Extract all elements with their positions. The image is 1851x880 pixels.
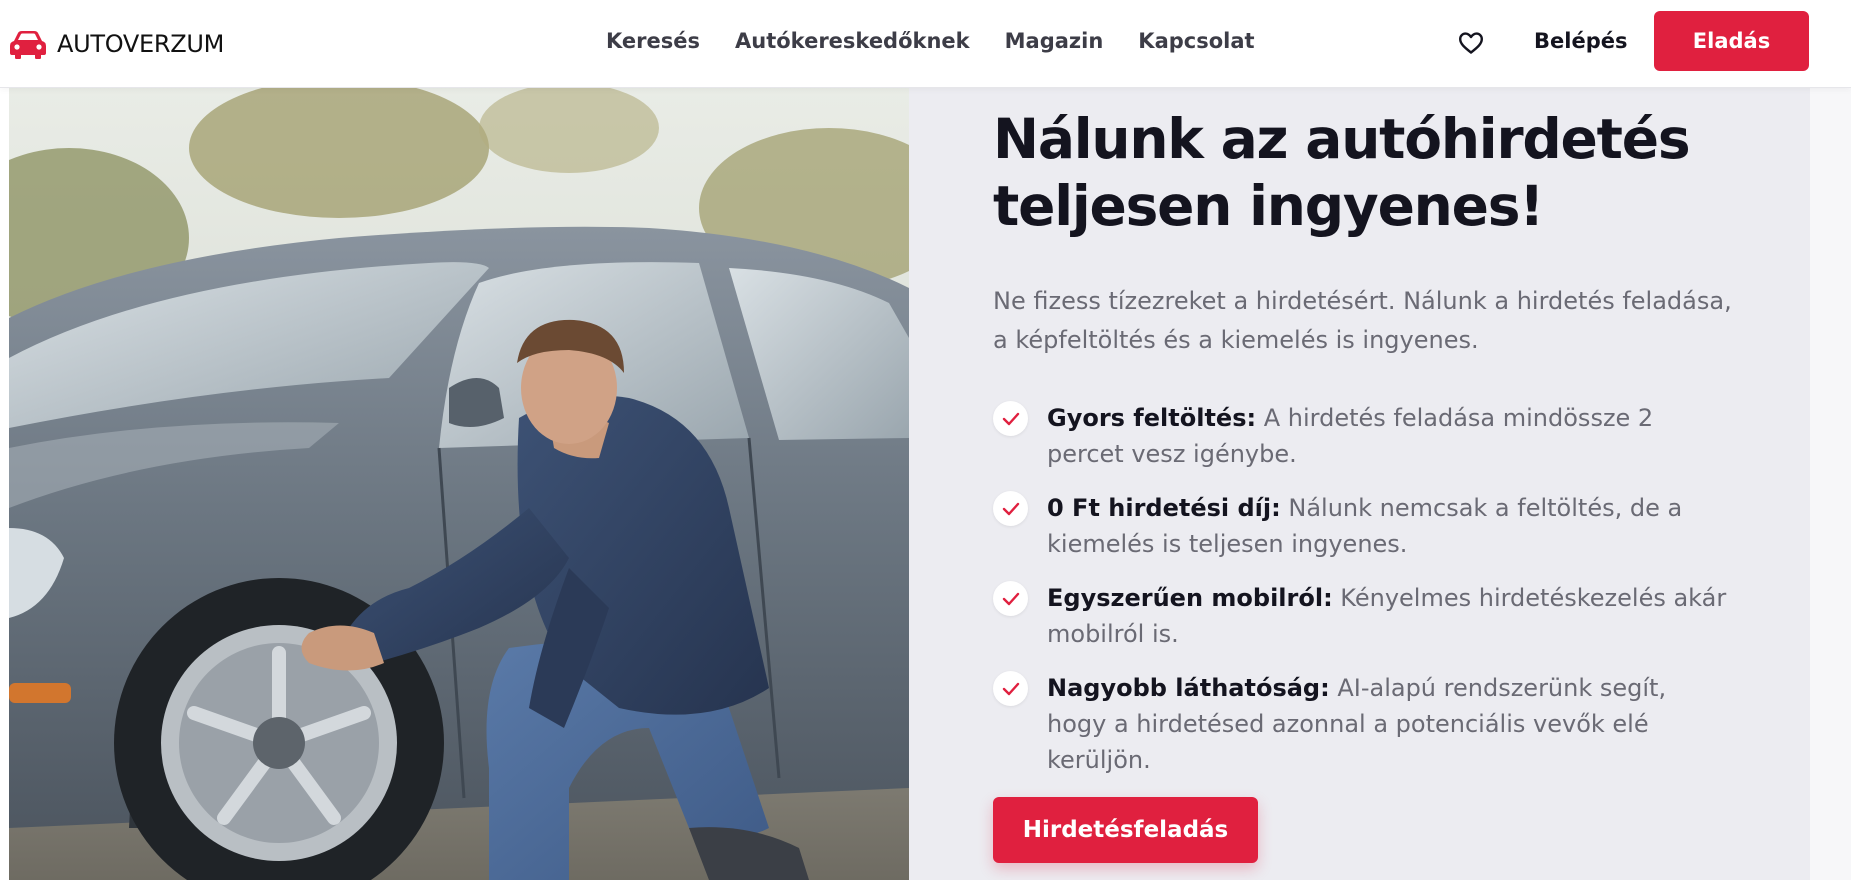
nav-item-search[interactable]: Keresés [606,26,700,56]
feature-item: Egyszerűen mobilról: Kényelmes hirdetésk… [993,580,1733,670]
nav-item-magazine[interactable]: Magazin [1005,26,1104,56]
hero-lead: Ne fizess tízezreket a hirdetésért. Nálu… [993,287,1732,354]
feature-title: Gyors feltöltés: [1047,404,1257,432]
feature-item: 0 Ft hirdetési díj: Nálunk nemcsak a fel… [993,490,1733,580]
feature-list: Gyors feltöltés: A hirdetés feladása min… [993,400,1733,774]
feature-item: Gyors feltöltés: A hirdetés feladása min… [993,400,1733,490]
site-header: AUTOVERZUM Keresés Autókereskedőknek Mag… [0,0,1851,88]
feature-title: Egyszerűen mobilról: [1047,584,1333,612]
nav-item-contact[interactable]: Kapcsolat [1138,26,1254,56]
heart-icon [1459,32,1483,54]
main-nav: Keresés Autókereskedőknek Magazin Kapcso… [606,26,1255,56]
car-logo-icon [10,31,46,59]
check-icon [993,671,1028,706]
hero-car-image [9,88,909,880]
feature-title: 0 Ft hirdetési díj: [1047,494,1281,522]
favorites-button[interactable] [1456,28,1486,58]
check-icon [993,491,1028,526]
post-ad-button[interactable]: Hirdetésfeladás [993,797,1258,863]
brand-name: AUTOVERZUM [57,30,225,58]
nav-item-dealers[interactable]: Autókereskedőknek [735,26,970,56]
brand-logo[interactable]: AUTOVERZUM [8,24,224,64]
hero-title: Nálunk az autóhirdetés teljesen ingyenes… [993,107,1691,238]
sell-button[interactable]: Eladás [1654,11,1809,71]
check-icon [993,401,1028,436]
page-edge [1810,88,1851,880]
login-link[interactable]: Belépés [1534,26,1627,56]
feature-item: Nagyobb láthatóság: AI-alapú rendszerünk… [993,670,1733,774]
check-icon [993,581,1028,616]
feature-title: Nagyobb láthatóság: [1047,674,1330,702]
